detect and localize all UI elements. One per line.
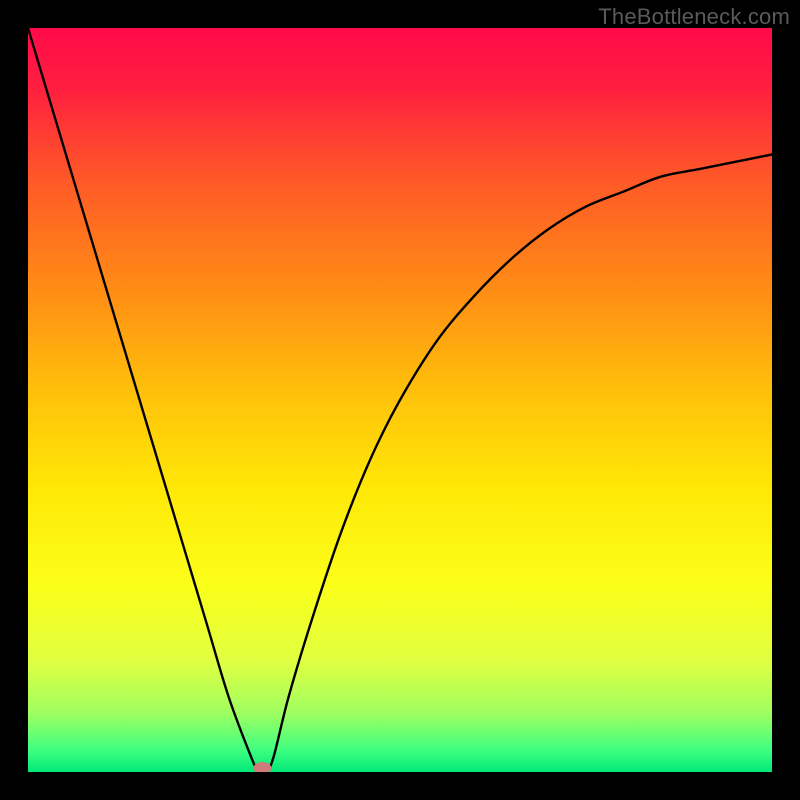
chart-plot bbox=[28, 28, 772, 772]
chart-frame: TheBottleneck.com bbox=[0, 0, 800, 800]
watermark-text: TheBottleneck.com bbox=[598, 4, 790, 30]
